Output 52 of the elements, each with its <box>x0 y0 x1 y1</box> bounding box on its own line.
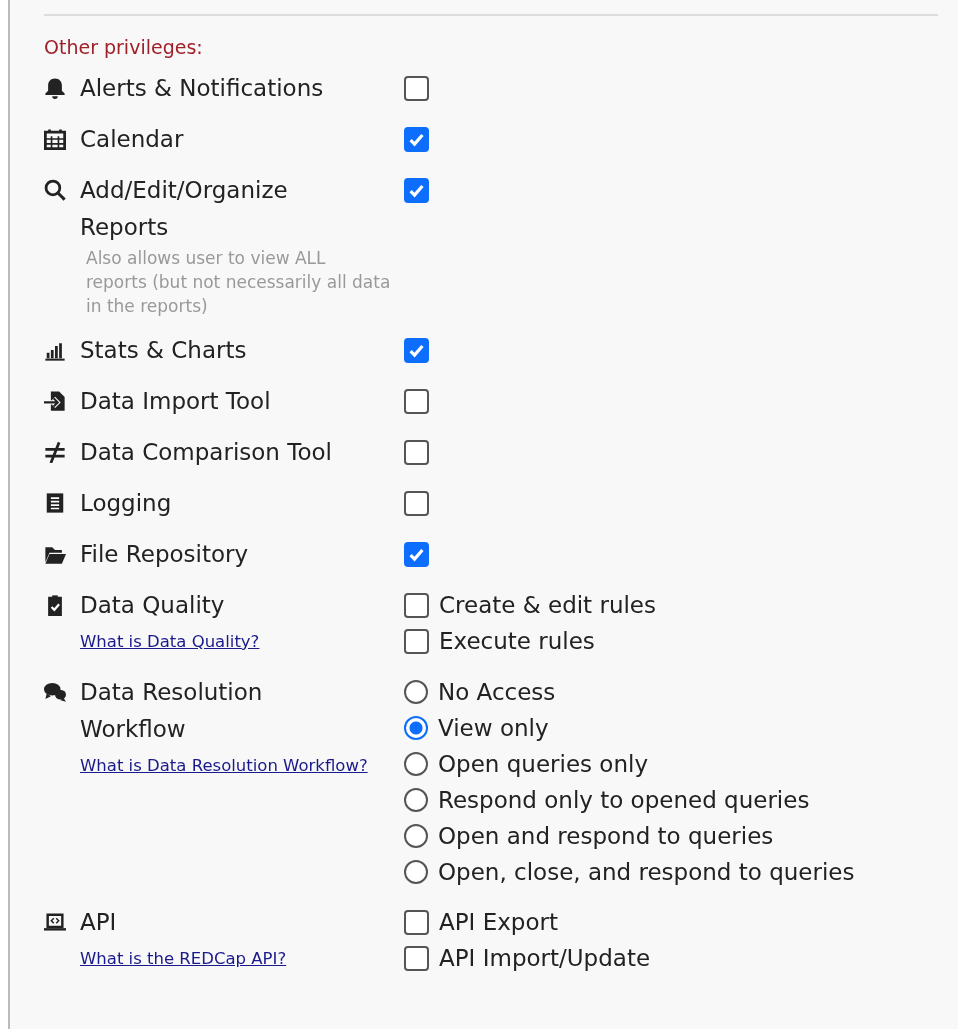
file-import-icon <box>44 390 66 412</box>
privilege-label: Data Resolution Workflow <box>80 678 264 744</box>
not-equal-icon <box>44 441 66 463</box>
option-label: API Import/Update <box>439 945 651 971</box>
option-label: Open queries only <box>438 751 648 777</box>
checkbox[interactable] <box>404 592 429 618</box>
checkbox[interactable] <box>404 909 429 935</box>
radio-button[interactable] <box>404 860 428 884</box>
help-link[interactable]: What is Data Resolution Workflow? <box>80 748 368 784</box>
checkbox[interactable] <box>404 388 429 414</box>
radio-button[interactable] <box>404 824 428 848</box>
option-label: View only <box>438 715 549 741</box>
option-label: Open, close, and respond to queries <box>438 859 855 885</box>
radio-button[interactable] <box>404 788 428 812</box>
radio-button[interactable] <box>404 752 428 776</box>
list-document-icon <box>44 492 66 514</box>
checkbox[interactable] <box>404 439 429 465</box>
option-label: Create & edit rules <box>439 592 656 618</box>
checkbox[interactable] <box>404 75 429 101</box>
search-icon <box>44 179 66 201</box>
bell-icon <box>44 77 66 99</box>
privilege-label: Stats & Charts <box>80 336 248 365</box>
calendar-icon <box>44 128 66 150</box>
radio-button[interactable] <box>404 716 428 740</box>
checkbox[interactable] <box>404 541 429 567</box>
help-link[interactable]: What is the REDCap API? <box>80 941 287 977</box>
option-label: Respond only to opened queries <box>438 787 810 813</box>
chat-bubbles-icon <box>44 681 66 703</box>
privilege-note: Also allows user to view ALL reports (but not necessarily all data in the reports) <box>86 247 391 318</box>
option-label: API Export <box>439 909 558 935</box>
privilege-label: Calendar <box>80 125 185 154</box>
option-label: Execute rules <box>439 628 595 654</box>
privilege-label: API <box>80 908 118 937</box>
radio-button[interactable] <box>404 680 428 704</box>
privilege-label: Logging <box>80 489 173 518</box>
privilege-label: Add/Edit/Organize Reports <box>80 176 289 242</box>
section-title: Other privileges: <box>44 36 204 58</box>
checkbox[interactable] <box>404 126 429 152</box>
privilege-label: File Repository <box>80 540 250 569</box>
privilege-label: Data Comparison Tool <box>80 438 333 467</box>
option-label: No Access <box>438 679 556 705</box>
option-label: Open and respond to queries <box>438 823 774 849</box>
checkbox[interactable] <box>404 177 429 203</box>
privilege-label: Data Quality <box>80 591 226 620</box>
checkbox[interactable] <box>404 490 429 516</box>
laptop-code-icon <box>44 911 66 933</box>
help-link[interactable]: What is Data Quality? <box>80 624 260 660</box>
privilege-label: Alerts & Notifications <box>80 74 325 103</box>
checkbox[interactable] <box>404 337 429 363</box>
checkbox[interactable] <box>404 945 429 971</box>
checkbox[interactable] <box>404 628 429 654</box>
privilege-label: Data Import Tool <box>80 387 272 416</box>
